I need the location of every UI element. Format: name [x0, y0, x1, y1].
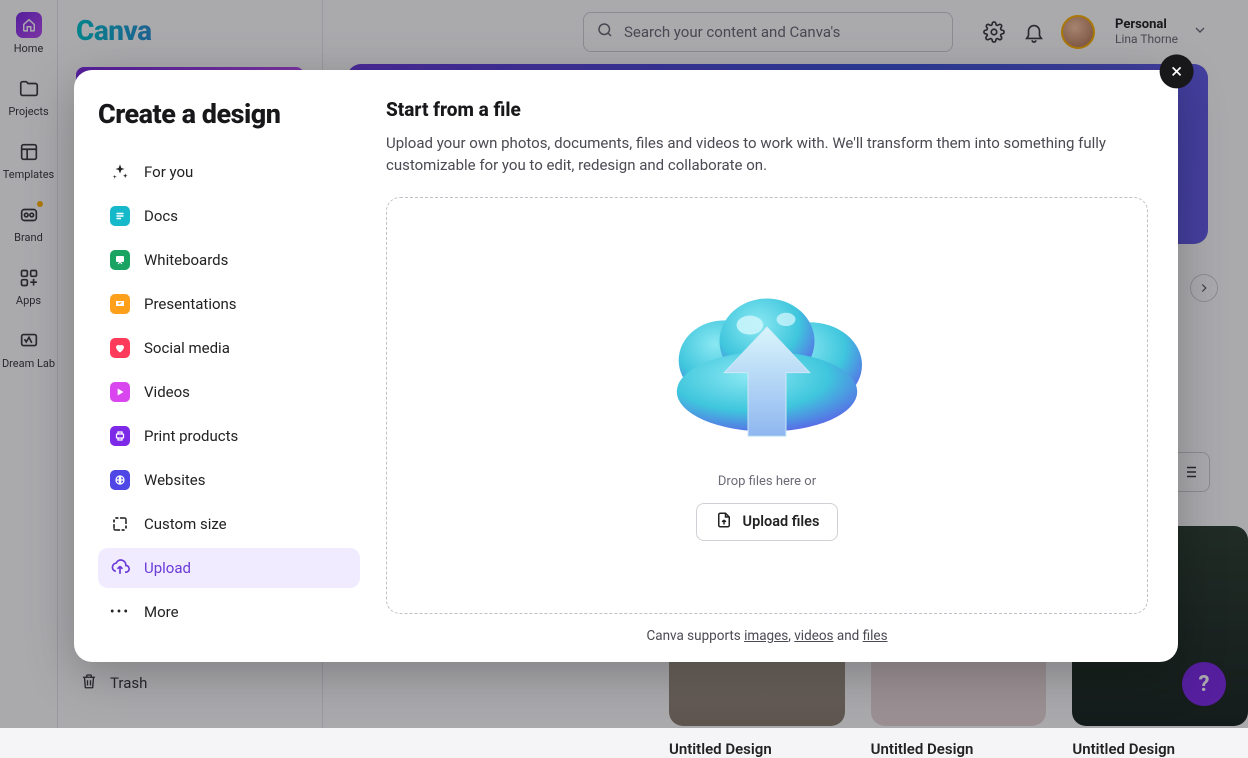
nav-label: Whiteboards — [144, 251, 228, 269]
nav-print-products[interactable]: Print products — [98, 416, 360, 456]
nav-label: Docs — [144, 207, 178, 225]
nav-label: Upload — [144, 559, 191, 577]
nav-upload[interactable]: Upload — [98, 548, 360, 588]
modal-title: Create a design — [98, 98, 360, 130]
modal-sidebar: Create a design For you Docs Whiteboards — [74, 70, 374, 662]
nav-docs[interactable]: Docs — [98, 196, 360, 236]
upload-files-button[interactable]: Upload files — [696, 503, 839, 541]
sparkle-icon — [110, 162, 130, 182]
nav-label: More — [144, 603, 179, 621]
whiteboard-icon — [110, 250, 130, 270]
design-title: Untitled Design — [669, 740, 845, 758]
drop-text: Drop files here or — [718, 474, 816, 489]
content-description: Upload your own photos, documents, files… — [386, 133, 1126, 177]
support-link-videos[interactable]: videos — [794, 628, 833, 644]
support-line: Canva supports images, videos and files — [386, 628, 1148, 644]
support-prefix: Canva supports — [646, 628, 744, 644]
nav-label: Presentations — [144, 295, 237, 313]
cloud-upload-icon — [642, 270, 892, 460]
modal-content: Start from a file Upload your own photos… — [374, 70, 1178, 662]
design-title: Untitled Design — [1072, 740, 1248, 758]
nav-label: For you — [144, 163, 193, 181]
nav-label: Videos — [144, 383, 190, 401]
support-link-images[interactable]: images — [744, 628, 788, 644]
nav-websites[interactable]: Websites — [98, 460, 360, 500]
close-button[interactable] — [1160, 54, 1194, 88]
custom-size-icon — [110, 514, 130, 534]
nav-social-media[interactable]: Social media — [98, 328, 360, 368]
upload-button-label: Upload files — [743, 513, 820, 530]
dropzone[interactable]: Drop files here or Upload files — [386, 197, 1148, 615]
support-link-files[interactable]: files — [863, 628, 888, 644]
nav-label: Websites — [144, 471, 205, 489]
nav-more[interactable]: ••• More — [98, 592, 360, 632]
presentation-icon — [110, 294, 130, 314]
nav-custom-size[interactable]: Custom size — [98, 504, 360, 544]
nav-whiteboards[interactable]: Whiteboards — [98, 240, 360, 280]
nav-label: Social media — [144, 339, 230, 357]
support-sep: and — [834, 628, 863, 644]
heart-icon — [110, 338, 130, 358]
nav-for-you[interactable]: For you — [98, 152, 360, 192]
create-design-modal: Create a design For you Docs Whiteboards — [74, 70, 1178, 662]
video-icon — [110, 382, 130, 402]
file-upload-icon — [715, 511, 733, 533]
upload-icon — [110, 558, 130, 578]
website-icon — [110, 470, 130, 490]
nav-presentations[interactable]: Presentations — [98, 284, 360, 324]
more-icon: ••• — [110, 602, 130, 622]
docs-icon — [110, 206, 130, 226]
print-icon — [110, 426, 130, 446]
content-title: Start from a file — [386, 98, 1148, 121]
nav-videos[interactable]: Videos — [98, 372, 360, 412]
design-title: Untitled Design — [871, 740, 1047, 758]
nav-label: Custom size — [144, 515, 227, 533]
modal-nav: For you Docs Whiteboards Presentations — [98, 152, 360, 632]
nav-label: Print products — [144, 427, 238, 445]
close-icon — [1169, 63, 1185, 79]
